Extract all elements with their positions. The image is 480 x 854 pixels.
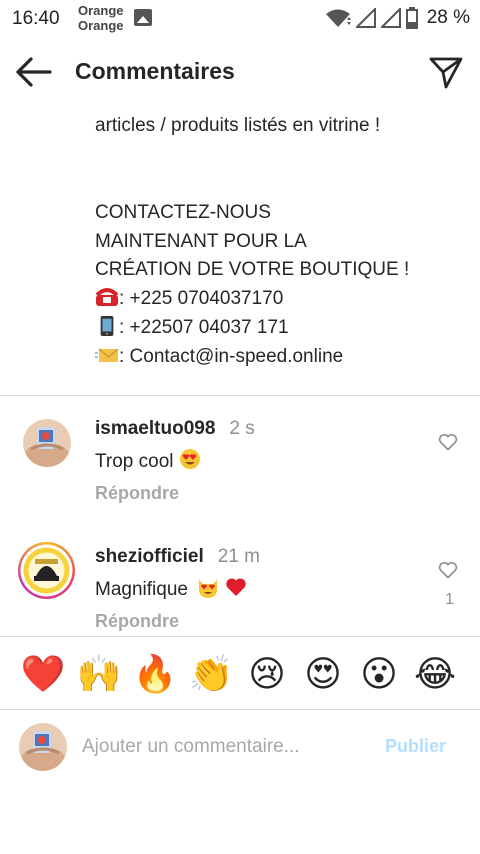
emoji-raised-hands-icon[interactable]: 🙌	[75, 650, 123, 698]
emoji-divider	[0, 636, 480, 637]
like-heart-icon[interactable]	[438, 433, 458, 451]
share-button[interactable]	[428, 54, 464, 90]
wifi-icon	[325, 9, 351, 27]
avatar[interactable]	[18, 542, 75, 599]
caption-line: CRÉATION DE VOTRE BOUTIQUE !	[95, 259, 410, 281]
signal-icon-2	[380, 8, 401, 28]
reply-button[interactable]: Répondre	[95, 611, 179, 632]
emoji-crying-icon[interactable]: 😢	[243, 650, 291, 698]
paper-plane-icon	[429, 57, 463, 89]
carrier-label: Orange Orange	[78, 3, 124, 33]
comment-item: sheziofficiel 21 m Magnifique Répondre 1	[0, 533, 480, 643]
emoji-heart-eyes-icon[interactable]: 😍	[299, 650, 347, 698]
input-divider	[0, 709, 480, 710]
battery-percent: 28 %	[426, 7, 470, 28]
caption-phone-line: : +225 0704037170	[95, 285, 465, 314]
caption-phone: : +225 0704037170	[119, 288, 284, 310]
avatar	[19, 723, 67, 771]
back-button[interactable]	[14, 54, 56, 90]
like-count[interactable]: 1	[445, 591, 454, 609]
emoji-clapping-icon[interactable]: 👏	[187, 650, 235, 698]
caption-email: : Contact@in-speed.online	[119, 345, 344, 367]
user-avatar-image	[23, 419, 71, 467]
caption-mobile: : +22507 04037 171	[119, 316, 289, 338]
comment-text-line: Trop cool	[95, 448, 201, 473]
emoji-heart-icon[interactable]: ❤️	[19, 650, 67, 698]
status-bar: 16:40 Orange Orange 28 %	[0, 0, 480, 38]
caption-email-line: : Contact@in-speed.online	[95, 343, 465, 372]
heart-eyes-emoji-icon	[179, 449, 200, 469]
carrier-line1: Orange	[78, 3, 124, 18]
status-icons: 28 %	[325, 6, 470, 30]
gallery-notification-icon	[134, 9, 152, 26]
reply-button[interactable]: Répondre	[95, 483, 179, 504]
comment-time: 21 m	[217, 546, 260, 567]
emoji-laughing-icon[interactable]: 😂	[411, 650, 459, 698]
caption-divider	[0, 395, 480, 396]
arrow-left-icon	[16, 57, 52, 87]
comment-text-line: Magnifique	[95, 576, 247, 601]
comment-time: 2 s	[229, 418, 255, 439]
caption-line: articles / produits listés en vitrine !	[95, 115, 381, 136]
user-avatar-image	[19, 723, 67, 771]
telephone-icon	[95, 288, 119, 307]
page-title: Commentaires	[75, 58, 235, 84]
user-avatar-image	[20, 544, 73, 597]
comment-input[interactable]	[82, 734, 362, 760]
red-heart-emoji-icon	[225, 578, 246, 596]
comment-text: Magnifique	[95, 579, 188, 600]
emoji-surprised-icon[interactable]: 😮	[355, 650, 403, 698]
comment-composer: Publier	[0, 712, 480, 782]
username-text[interactable]: ismaeltuo098	[95, 418, 215, 439]
comment-username[interactable]: sheziofficiel 21 m	[95, 546, 260, 568]
heart-eyes-cat-emoji-icon	[199, 580, 218, 598]
comment-item: ismaeltuo098 2 s Trop cool Répondre	[0, 405, 480, 515]
avatar[interactable]	[23, 419, 71, 467]
comment-username[interactable]: ismaeltuo098 2 s	[95, 418, 255, 440]
comments-screen: 16:40 Orange Orange 28 % Commentaires ar…	[0, 0, 480, 854]
publish-button[interactable]: Publier	[385, 736, 446, 757]
caption-mobile-line: : +22507 04037 171	[95, 314, 465, 343]
mobile-phone-icon	[100, 315, 114, 336]
post-caption: articles / produits listés en vitrine ! …	[95, 112, 465, 372]
username-text[interactable]: sheziofficiel	[95, 546, 204, 567]
carrier-line2: Orange	[78, 18, 124, 33]
caption-line: MAINTENANT POUR LA	[95, 230, 307, 252]
caption-line: CONTACTEZ-NOUS	[95, 201, 271, 223]
signal-icon	[355, 8, 376, 28]
app-header: Commentaires	[0, 40, 480, 104]
incoming-envelope-icon	[95, 348, 119, 362]
emoji-fire-icon[interactable]: 🔥	[131, 650, 179, 698]
battery-icon	[405, 7, 418, 29]
status-time: 16:40	[12, 8, 60, 29]
emoji-picker: ❤️ 🙌 🔥 👏 😢 😍 😮 😂	[0, 650, 480, 702]
comment-text: Trop cool	[95, 451, 174, 472]
like-heart-icon[interactable]	[438, 561, 458, 579]
